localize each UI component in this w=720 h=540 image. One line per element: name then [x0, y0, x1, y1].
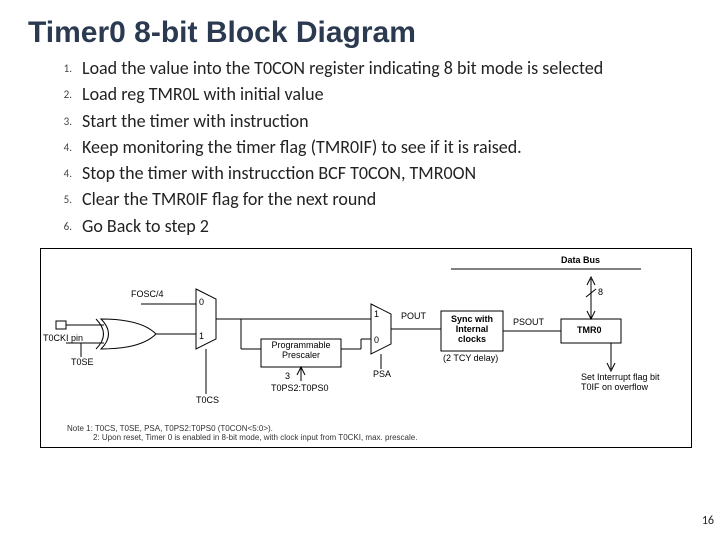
label-t0se: T0SE [71, 357, 94, 367]
label-prescaler: Programmable Prescaler [265, 341, 337, 361]
step-number: 6. [56, 214, 82, 235]
step-text: Stop the timer with instrucction BCF T0C… [82, 161, 692, 185]
label-bus-width: 8 [598, 287, 603, 297]
label-mux2-0: 0 [374, 335, 379, 345]
step-number: 1. [56, 56, 82, 77]
label-delay: (2 TCY delay) [443, 353, 498, 363]
label-sync: Sync with Internal clocks [445, 315, 499, 345]
step-row: 4. Keep monitoring the timer flag (TMR0I… [56, 135, 692, 159]
label-pout: POUT [401, 311, 426, 321]
step-text: Load reg TMR0L with initial value [82, 82, 692, 106]
label-prescaler-bits: 3 [285, 371, 290, 381]
label-data-bus: Data Bus [561, 255, 600, 265]
label-tops: T0PS2:T0PS0 [271, 383, 329, 393]
slide-title: Timer0 8-bit Block Diagram [0, 0, 720, 56]
step-text: Load the value into the T0CON register i… [82, 56, 692, 80]
step-number: 4. [56, 135, 82, 156]
step-row: 3. Start the timer with instruction [56, 109, 692, 133]
steps-list: 1. Load the value into the T0CON registe… [0, 56, 720, 238]
step-number: 5. [56, 187, 82, 208]
page-number: 16 [702, 514, 714, 528]
note-line: Note 1: T0CS, T0SE, PSA, T0PS2:T0PS0 (T0… [67, 424, 417, 434]
step-row: 4. Stop the timer with instrucction BCF … [56, 161, 692, 185]
step-text: Clear the TMR0IF flag for the next round [82, 187, 692, 211]
label-interrupt: Set Interrupt flag bit T0IF on overflow [581, 373, 661, 393]
label-psout: PSOUT [513, 317, 544, 327]
step-row: 6. Go Back to step 2 [56, 214, 692, 238]
step-number: 2. [56, 82, 82, 103]
label-mux1-0: 0 [199, 297, 204, 307]
label-mux1-1: 1 [199, 331, 204, 341]
step-row: 5. Clear the TMR0IF flag for the next ro… [56, 187, 692, 211]
step-text: Keep monitoring the timer flag (TMR0IF) … [82, 135, 692, 159]
label-t0cki: T0CKI pin [43, 333, 83, 343]
label-fosc: FOSC/4 [131, 289, 164, 299]
step-row: 1. Load the value into the T0CON registe… [56, 56, 692, 80]
label-tmr0: TMR0 [577, 325, 602, 335]
step-number: 3. [56, 109, 82, 130]
step-text: Go Back to step 2 [82, 214, 692, 238]
label-psa: PSA [373, 369, 391, 379]
block-diagram: Data Bus 8 FOSC/4 T0CKI pin T0SE T0CS 0 … [40, 248, 692, 448]
label-mux2-1: 1 [374, 309, 379, 319]
note-line: 2: Upon reset, Timer 0 is enabled in 8-b… [67, 433, 417, 443]
step-text: Start the timer with instruction [82, 109, 692, 133]
step-row: 2. Load reg TMR0L with initial value [56, 82, 692, 106]
step-number: 4. [56, 161, 82, 182]
diagram-notes: Note 1: T0CS, T0SE, PSA, T0PS2:T0PS0 (T0… [63, 422, 421, 445]
diagram-svg [41, 249, 691, 449]
label-t0cs: T0CS [196, 395, 219, 405]
